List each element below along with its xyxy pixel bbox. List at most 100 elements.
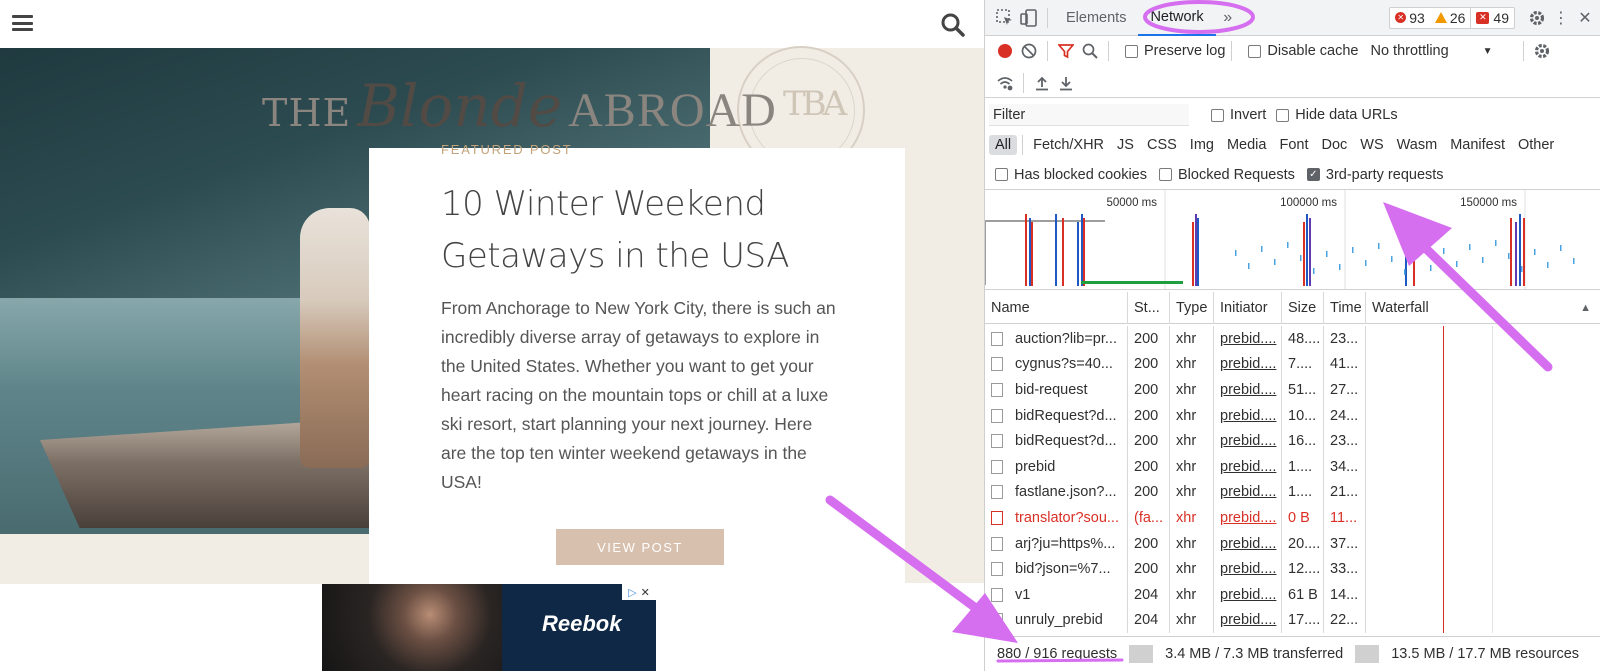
- type-filter-all[interactable]: All: [989, 135, 1018, 155]
- request-initiator[interactable]: prebid....: [1214, 581, 1282, 608]
- request-initiator[interactable]: prebid....: [1214, 377, 1282, 403]
- warnings-counter[interactable]: 26: [1430, 8, 1471, 28]
- record-icon[interactable]: [993, 39, 1017, 63]
- hide-data-urls-box[interactable]: [1276, 108, 1290, 122]
- request-initiator[interactable]: prebid....: [1214, 479, 1282, 506]
- request-row[interactable]: v1 204 xhr prebid.... 61 B 14...: [985, 581, 1600, 608]
- column-name[interactable]: Name: [985, 292, 1128, 324]
- tab-elements[interactable]: Elements: [1054, 0, 1138, 36]
- clear-icon[interactable]: [1017, 39, 1041, 63]
- close-devtools-icon[interactable]: ✕: [1573, 6, 1597, 30]
- third-party-requests-box[interactable]: ✓: [1306, 168, 1320, 181]
- settings-gear-icon[interactable]: [1525, 6, 1549, 30]
- invert-checkbox[interactable]: Invert: [1211, 107, 1266, 123]
- type-filter-img[interactable]: Img: [1184, 135, 1220, 155]
- type-filter-doc[interactable]: Doc: [1315, 135, 1353, 155]
- overview-minor-mark: [1560, 245, 1562, 251]
- has-blocked-cookies-checkbox[interactable]: Has blocked cookies: [995, 167, 1147, 183]
- filter-input[interactable]: [989, 104, 1189, 126]
- export-har-icon[interactable]: [1054, 71, 1078, 95]
- status-requests: 880 / 916 requests: [997, 646, 1118, 662]
- request-row[interactable]: fastlane.json?... 200 xhr prebid.... 1.... 21…: [985, 479, 1600, 506]
- column-type[interactable]: Type: [1170, 292, 1214, 324]
- view-post-button[interactable]: VIEW POST: [556, 529, 724, 565]
- throttling-dropdown-icon[interactable]: ▼: [1483, 46, 1493, 57]
- has-blocked-cookies-box[interactable]: [995, 168, 1008, 181]
- request-row[interactable]: bid?json=%7... 200 xhr prebid.... 12.... 33..…: [985, 556, 1600, 582]
- column-status[interactable]: St...: [1128, 292, 1170, 324]
- column-size[interactable]: Size: [1282, 292, 1324, 324]
- kebab-menu-icon[interactable]: ⋮: [1549, 6, 1573, 30]
- request-initiator[interactable]: prebid....: [1214, 530, 1282, 557]
- throttling-select[interactable]: No throttling: [1370, 43, 1448, 59]
- request-time: 21...: [1324, 479, 1366, 506]
- overview-request-mark: [1029, 218, 1031, 286]
- more-tabs-icon[interactable]: »: [1216, 6, 1240, 30]
- request-initiator[interactable]: prebid....: [1214, 428, 1282, 454]
- request-initiator[interactable]: prebid....: [1214, 556, 1282, 582]
- issues-counter[interactable]: ✕ 49: [1470, 7, 1514, 28]
- request-waterfall: [1366, 402, 1600, 429]
- device-toolbar-icon[interactable]: [1017, 6, 1041, 30]
- column-initiator[interactable]: Initiator: [1214, 292, 1282, 324]
- column-time[interactable]: Time: [1324, 292, 1366, 324]
- request-row[interactable]: arj?ju=https%... 200 xhr prebid.... 20.... 37…: [985, 530, 1600, 557]
- inspect-element-icon[interactable]: [993, 6, 1017, 30]
- network-overview-timeline[interactable]: 50000 ms 100000 ms 150000 ms: [985, 190, 1600, 290]
- type-filter-fetch-xhr[interactable]: Fetch/XHR: [1027, 135, 1110, 155]
- request-row[interactable]: cygnus?s=40... 200 xhr prebid.... 7.... 41...: [985, 351, 1600, 378]
- overview-request-mark: [1515, 222, 1517, 286]
- third-party-requests-checkbox[interactable]: ✓ 3rd-party requests: [1306, 167, 1444, 183]
- request-initiator[interactable]: prebid....: [1214, 326, 1282, 352]
- preserve-log-checkbox[interactable]: Preserve log: [1125, 43, 1225, 59]
- request-row[interactable]: prebid 200 xhr prebid.... 1.... 34...: [985, 453, 1600, 480]
- post-title[interactable]: 10 Winter Weekend Getaways in the USA: [441, 178, 861, 282]
- blocked-requests-box[interactable]: [1159, 168, 1172, 181]
- type-filter-css[interactable]: CSS: [1141, 135, 1183, 155]
- advertisement-banner[interactable]: Reebok ▷ ✕: [322, 584, 656, 671]
- request-row[interactable]: bid-request 200 xhr prebid.... 51... 27...: [985, 377, 1600, 403]
- requests-table-body[interactable]: auction?lib=pr... 200 xhr prebid.... 48.... 2…: [985, 326, 1600, 636]
- request-initiator[interactable]: prebid....: [1214, 351, 1282, 378]
- request-name-text: fastlane.json?...: [1015, 484, 1117, 501]
- column-waterfall-label: Waterfall: [1372, 300, 1429, 316]
- request-initiator[interactable]: prebid....: [1214, 505, 1282, 531]
- request-initiator[interactable]: prebid....: [1214, 402, 1282, 429]
- blocked-requests-checkbox[interactable]: Blocked Requests: [1159, 167, 1295, 183]
- disable-cache-box[interactable]: [1248, 44, 1262, 58]
- request-initiator[interactable]: prebid....: [1214, 453, 1282, 480]
- filter-funnel-icon[interactable]: [1054, 39, 1078, 63]
- type-filter-manifest[interactable]: Manifest: [1444, 135, 1511, 155]
- hide-data-urls-checkbox[interactable]: Hide data URLs: [1276, 107, 1398, 123]
- request-row[interactable]: translator?sou... (fa... xhr prebid.... 0 B1…: [985, 505, 1600, 531]
- preserve-log-box[interactable]: [1125, 44, 1138, 58]
- stamp-monogram: TBA: [783, 84, 847, 124]
- network-settings-gear-icon[interactable]: [1530, 39, 1554, 63]
- import-har-icon[interactable]: [1030, 71, 1054, 95]
- request-row[interactable]: bidRequest?d... 200 xhr prebid.... 10... 24..…: [985, 402, 1600, 429]
- adchoices-icon[interactable]: ▷ ✕: [622, 584, 656, 600]
- disable-cache-checkbox[interactable]: Disable cache: [1248, 43, 1358, 59]
- type-filter-font[interactable]: Font: [1273, 135, 1314, 155]
- request-initiator[interactable]: prebid....: [1214, 607, 1282, 634]
- issue-counters[interactable]: ✕ 93 26 ✕ 49: [1389, 6, 1515, 29]
- sort-ascending-icon[interactable]: ▲: [1580, 302, 1591, 314]
- request-type: xhr: [1170, 402, 1214, 429]
- search-network-icon[interactable]: [1078, 39, 1102, 63]
- search-icon[interactable]: [940, 12, 966, 38]
- invert-box[interactable]: [1211, 108, 1224, 122]
- type-filter-other[interactable]: Other: [1512, 135, 1560, 155]
- column-waterfall[interactable]: Waterfall ▲: [1366, 292, 1600, 324]
- type-filter-js[interactable]: JS: [1111, 135, 1140, 155]
- type-filter-ws[interactable]: WS: [1354, 135, 1389, 155]
- errors-counter[interactable]: ✕ 93: [1390, 8, 1430, 28]
- site-logo[interactable]: THE Blonde ABROAD: [262, 72, 777, 140]
- type-filter-media[interactable]: Media: [1221, 135, 1273, 155]
- request-row[interactable]: unruly_prebid 204 xhr prebid.... 17.... 22...: [985, 607, 1600, 634]
- hamburger-menu-icon[interactable]: [12, 15, 33, 31]
- request-row[interactable]: auction?lib=pr... 200 xhr prebid.... 48.... 2…: [985, 326, 1600, 352]
- network-conditions-icon[interactable]: [993, 71, 1017, 95]
- request-row[interactable]: bidRequest?d... 200 xhr prebid.... 16... 23..…: [985, 428, 1600, 454]
- tab-network[interactable]: Network: [1138, 0, 1216, 36]
- type-filter-wasm[interactable]: Wasm: [1391, 135, 1444, 155]
